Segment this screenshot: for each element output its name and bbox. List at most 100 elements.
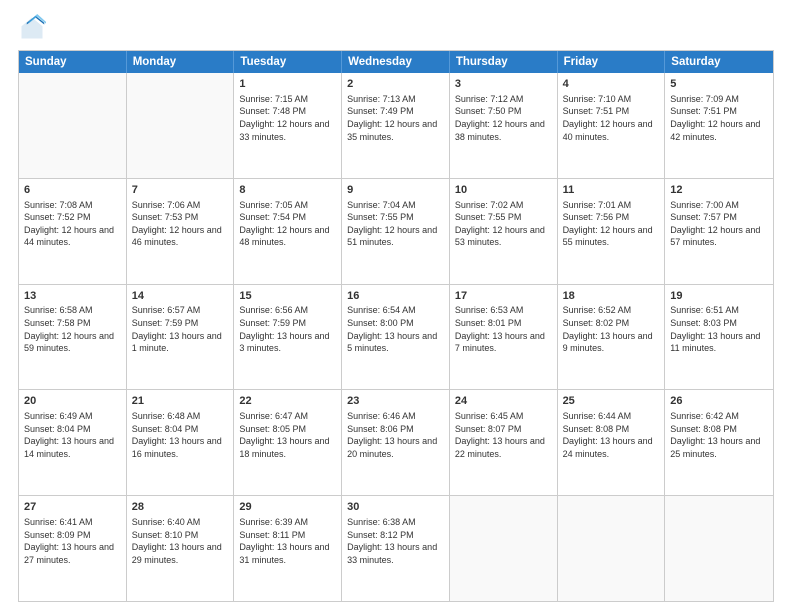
calendar-row-3: 20Sunrise: 6:49 AMSunset: 8:04 PMDayligh… — [19, 390, 773, 496]
cell-text: Sunrise: 6:56 AMSunset: 7:59 PMDaylight:… — [239, 304, 336, 354]
day-number: 1 — [239, 77, 336, 92]
header-cell-monday: Monday — [127, 51, 235, 73]
cell-text: Sunrise: 6:42 AMSunset: 8:08 PMDaylight:… — [670, 410, 768, 460]
day-number: 29 — [239, 500, 336, 515]
day-number: 8 — [239, 183, 336, 198]
day-number: 14 — [132, 289, 229, 304]
calendar: SundayMondayTuesdayWednesdayThursdayFrid… — [18, 50, 774, 602]
day-number: 24 — [455, 394, 552, 409]
header-cell-wednesday: Wednesday — [342, 51, 450, 73]
calendar-cell: 18Sunrise: 6:52 AMSunset: 8:02 PMDayligh… — [558, 285, 666, 390]
cell-text: Sunrise: 6:54 AMSunset: 8:00 PMDaylight:… — [347, 304, 444, 354]
cell-text: Sunrise: 6:52 AMSunset: 8:02 PMDaylight:… — [563, 304, 660, 354]
day-number: 22 — [239, 394, 336, 409]
cell-text: Sunrise: 6:48 AMSunset: 8:04 PMDaylight:… — [132, 410, 229, 460]
calendar-cell: 14Sunrise: 6:57 AMSunset: 7:59 PMDayligh… — [127, 285, 235, 390]
day-number: 11 — [563, 183, 660, 198]
header-cell-thursday: Thursday — [450, 51, 558, 73]
header-cell-saturday: Saturday — [665, 51, 773, 73]
calendar-cell: 2Sunrise: 7:13 AMSunset: 7:49 PMDaylight… — [342, 73, 450, 178]
cell-text: Sunrise: 7:10 AMSunset: 7:51 PMDaylight:… — [563, 93, 660, 143]
day-number: 12 — [670, 183, 768, 198]
calendar-cell: 21Sunrise: 6:48 AMSunset: 8:04 PMDayligh… — [127, 390, 235, 495]
cell-text: Sunrise: 6:46 AMSunset: 8:06 PMDaylight:… — [347, 410, 444, 460]
day-number: 7 — [132, 183, 229, 198]
cell-text: Sunrise: 7:04 AMSunset: 7:55 PMDaylight:… — [347, 199, 444, 249]
day-number: 26 — [670, 394, 768, 409]
calendar-cell: 4Sunrise: 7:10 AMSunset: 7:51 PMDaylight… — [558, 73, 666, 178]
cell-text: Sunrise: 6:45 AMSunset: 8:07 PMDaylight:… — [455, 410, 552, 460]
day-number: 30 — [347, 500, 444, 515]
day-number: 18 — [563, 289, 660, 304]
day-number: 10 — [455, 183, 552, 198]
calendar-cell — [19, 73, 127, 178]
calendar-row-4: 27Sunrise: 6:41 AMSunset: 8:09 PMDayligh… — [19, 496, 773, 601]
calendar-cell: 13Sunrise: 6:58 AMSunset: 7:58 PMDayligh… — [19, 285, 127, 390]
day-number: 13 — [24, 289, 121, 304]
day-number: 25 — [563, 394, 660, 409]
calendar-header: SundayMondayTuesdayWednesdayThursdayFrid… — [19, 51, 773, 73]
day-number: 6 — [24, 183, 121, 198]
cell-text: Sunrise: 7:08 AMSunset: 7:52 PMDaylight:… — [24, 199, 121, 249]
calendar-cell: 11Sunrise: 7:01 AMSunset: 7:56 PMDayligh… — [558, 179, 666, 284]
calendar-cell: 23Sunrise: 6:46 AMSunset: 8:06 PMDayligh… — [342, 390, 450, 495]
header-cell-sunday: Sunday — [19, 51, 127, 73]
calendar-cell: 27Sunrise: 6:41 AMSunset: 8:09 PMDayligh… — [19, 496, 127, 601]
cell-text: Sunrise: 7:15 AMSunset: 7:48 PMDaylight:… — [239, 93, 336, 143]
calendar-cell — [665, 496, 773, 601]
cell-text: Sunrise: 7:12 AMSunset: 7:50 PMDaylight:… — [455, 93, 552, 143]
day-number: 23 — [347, 394, 444, 409]
calendar-cell: 29Sunrise: 6:39 AMSunset: 8:11 PMDayligh… — [234, 496, 342, 601]
calendar-row-2: 13Sunrise: 6:58 AMSunset: 7:58 PMDayligh… — [19, 285, 773, 391]
calendar-row-0: 1Sunrise: 7:15 AMSunset: 7:48 PMDaylight… — [19, 73, 773, 179]
calendar-cell: 3Sunrise: 7:12 AMSunset: 7:50 PMDaylight… — [450, 73, 558, 178]
logo — [18, 14, 50, 42]
cell-text: Sunrise: 6:40 AMSunset: 8:10 PMDaylight:… — [132, 516, 229, 566]
cell-text: Sunrise: 7:00 AMSunset: 7:57 PMDaylight:… — [670, 199, 768, 249]
calendar-cell: 6Sunrise: 7:08 AMSunset: 7:52 PMDaylight… — [19, 179, 127, 284]
calendar-cell: 24Sunrise: 6:45 AMSunset: 8:07 PMDayligh… — [450, 390, 558, 495]
cell-text: Sunrise: 7:01 AMSunset: 7:56 PMDaylight:… — [563, 199, 660, 249]
calendar-cell: 12Sunrise: 7:00 AMSunset: 7:57 PMDayligh… — [665, 179, 773, 284]
day-number: 21 — [132, 394, 229, 409]
cell-text: Sunrise: 6:58 AMSunset: 7:58 PMDaylight:… — [24, 304, 121, 354]
day-number: 3 — [455, 77, 552, 92]
day-number: 19 — [670, 289, 768, 304]
calendar-cell: 19Sunrise: 6:51 AMSunset: 8:03 PMDayligh… — [665, 285, 773, 390]
calendar-cell: 22Sunrise: 6:47 AMSunset: 8:05 PMDayligh… — [234, 390, 342, 495]
calendar-cell: 8Sunrise: 7:05 AMSunset: 7:54 PMDaylight… — [234, 179, 342, 284]
header-cell-friday: Friday — [558, 51, 666, 73]
calendar-cell: 10Sunrise: 7:02 AMSunset: 7:55 PMDayligh… — [450, 179, 558, 284]
day-number: 27 — [24, 500, 121, 515]
day-number: 20 — [24, 394, 121, 409]
day-number: 4 — [563, 77, 660, 92]
cell-text: Sunrise: 6:44 AMSunset: 8:08 PMDaylight:… — [563, 410, 660, 460]
calendar-cell: 5Sunrise: 7:09 AMSunset: 7:51 PMDaylight… — [665, 73, 773, 178]
cell-text: Sunrise: 7:09 AMSunset: 7:51 PMDaylight:… — [670, 93, 768, 143]
header — [18, 14, 774, 42]
cell-text: Sunrise: 6:49 AMSunset: 8:04 PMDaylight:… — [24, 410, 121, 460]
calendar-cell — [450, 496, 558, 601]
day-number: 9 — [347, 183, 444, 198]
cell-text: Sunrise: 6:51 AMSunset: 8:03 PMDaylight:… — [670, 304, 768, 354]
day-number: 15 — [239, 289, 336, 304]
cell-text: Sunrise: 7:06 AMSunset: 7:53 PMDaylight:… — [132, 199, 229, 249]
cell-text: Sunrise: 7:13 AMSunset: 7:49 PMDaylight:… — [347, 93, 444, 143]
cell-text: Sunrise: 6:53 AMSunset: 8:01 PMDaylight:… — [455, 304, 552, 354]
cell-text: Sunrise: 6:41 AMSunset: 8:09 PMDaylight:… — [24, 516, 121, 566]
calendar-cell: 26Sunrise: 6:42 AMSunset: 8:08 PMDayligh… — [665, 390, 773, 495]
calendar-cell — [558, 496, 666, 601]
calendar-cell: 1Sunrise: 7:15 AMSunset: 7:48 PMDaylight… — [234, 73, 342, 178]
day-number: 5 — [670, 77, 768, 92]
cell-text: Sunrise: 6:38 AMSunset: 8:12 PMDaylight:… — [347, 516, 444, 566]
calendar-cell — [127, 73, 235, 178]
calendar-row-1: 6Sunrise: 7:08 AMSunset: 7:52 PMDaylight… — [19, 179, 773, 285]
calendar-cell: 7Sunrise: 7:06 AMSunset: 7:53 PMDaylight… — [127, 179, 235, 284]
cell-text: Sunrise: 7:02 AMSunset: 7:55 PMDaylight:… — [455, 199, 552, 249]
cell-text: Sunrise: 6:47 AMSunset: 8:05 PMDaylight:… — [239, 410, 336, 460]
calendar-cell: 16Sunrise: 6:54 AMSunset: 8:00 PMDayligh… — [342, 285, 450, 390]
header-cell-tuesday: Tuesday — [234, 51, 342, 73]
calendar-cell: 20Sunrise: 6:49 AMSunset: 8:04 PMDayligh… — [19, 390, 127, 495]
day-number: 28 — [132, 500, 229, 515]
calendar-cell: 9Sunrise: 7:04 AMSunset: 7:55 PMDaylight… — [342, 179, 450, 284]
